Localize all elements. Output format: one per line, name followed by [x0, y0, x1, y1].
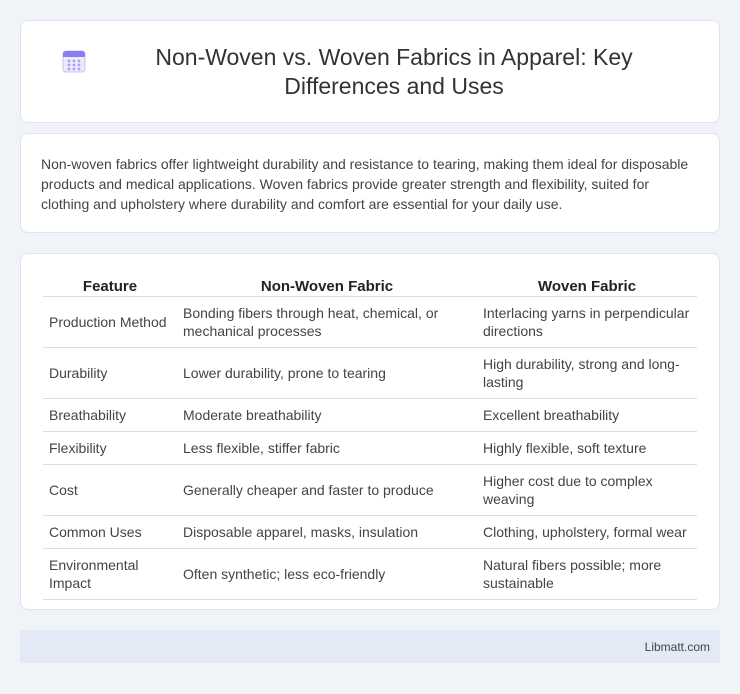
- non-woven-cell: Disposable apparel, masks, insulation: [177, 515, 477, 549]
- feature-cell: Cost: [43, 464, 177, 516]
- title-wrap: Non-Woven vs. Woven Fabrics in Apparel: …: [21, 21, 719, 122]
- woven-cell: Highly flexible, soft texture: [477, 431, 697, 465]
- table-row: Durability Lower durability, prone to te…: [43, 347, 697, 399]
- non-woven-cell: Moderate breathability: [177, 398, 477, 432]
- woven-cell: Interlacing yarns in perpendicular direc…: [477, 296, 697, 348]
- intro-paragraph: Non-woven fabrics offer lightweight dura…: [41, 156, 689, 212]
- feature-cell: Common Uses: [43, 515, 177, 549]
- column-header-non-woven: Non-Woven Fabric: [177, 276, 477, 297]
- intro-card: Non-woven fabrics offer lightweight dura…: [20, 133, 720, 233]
- non-woven-cell: Generally cheaper and faster to produce: [177, 464, 477, 516]
- footer-site-link[interactable]: Libmatt.com: [645, 640, 710, 654]
- column-header-feature: Feature: [43, 276, 177, 297]
- page-title: Non-Woven vs. Woven Fabrics in Apparel: …: [155, 43, 633, 99]
- table-row: Production Method Bonding fibers through…: [43, 296, 697, 348]
- table-row: Environmental Impact Often synthetic; le…: [43, 548, 697, 600]
- calendar-icon: [62, 50, 86, 72]
- feature-cell: Durability: [43, 347, 177, 399]
- feature-cell: Flexibility: [43, 431, 177, 465]
- feature-cell: Production Method: [43, 296, 177, 348]
- table-header-row: Feature Non-Woven Fabric Woven Fabric: [43, 276, 697, 297]
- table-row: Flexibility Less flexible, stiffer fabri…: [43, 431, 697, 465]
- table-row: Breathability Moderate breathability Exc…: [43, 398, 697, 432]
- non-woven-cell: Less flexible, stiffer fabric: [177, 431, 477, 465]
- woven-cell: Higher cost due to complex weaving: [477, 464, 697, 516]
- non-woven-cell: Bonding fibers through heat, chemical, o…: [177, 296, 477, 348]
- non-woven-cell: Lower durability, prone to tearing: [177, 347, 477, 399]
- table-row: Cost Generally cheaper and faster to pro…: [43, 464, 697, 516]
- woven-cell: Excellent breathability: [477, 398, 697, 432]
- table-row: Common Uses Disposable apparel, masks, i…: [43, 515, 697, 549]
- title-card: Non-Woven vs. Woven Fabrics in Apparel: …: [20, 20, 720, 123]
- woven-cell: Natural fibers possible; more sustainabl…: [477, 548, 697, 600]
- footer: Libmatt.com: [20, 630, 720, 663]
- comparison-table-card: Feature Non-Woven Fabric Woven Fabric Pr…: [20, 253, 720, 610]
- feature-cell: Breathability: [43, 398, 177, 432]
- woven-cell: High durability, strong and long-lasting: [477, 347, 697, 399]
- column-header-woven: Woven Fabric: [477, 276, 697, 297]
- woven-cell: Clothing, upholstery, formal wear: [477, 515, 697, 549]
- feature-cell: Environmental Impact: [43, 548, 177, 600]
- comparison-table: Feature Non-Woven Fabric Woven Fabric Pr…: [43, 276, 697, 600]
- non-woven-cell: Often synthetic; less eco-friendly: [177, 548, 477, 600]
